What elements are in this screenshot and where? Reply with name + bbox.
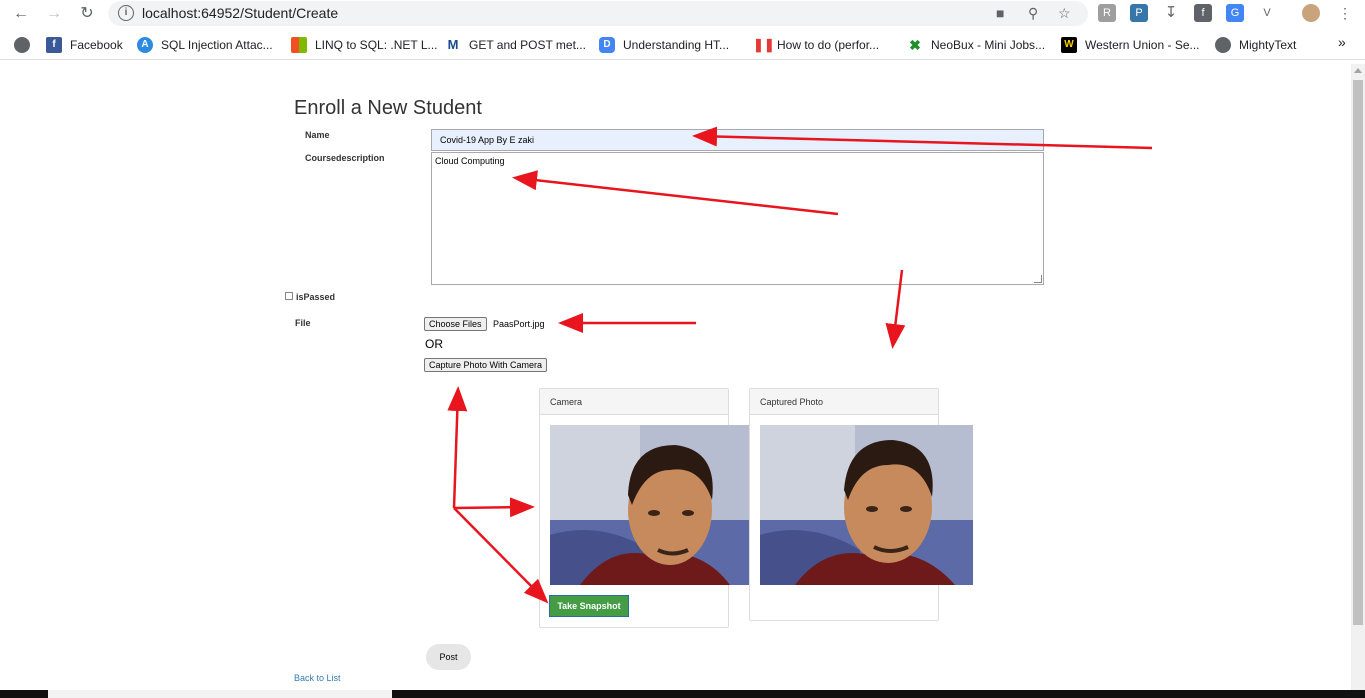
file-label: File xyxy=(295,318,311,328)
ispassed-checkbox[interactable] xyxy=(285,292,293,300)
ispassed-label: isPassed xyxy=(296,292,336,302)
pause-icon: ❚❚ xyxy=(753,37,775,53)
facebook-icon: f xyxy=(46,37,62,53)
d-icon: D xyxy=(599,37,615,53)
post-button[interactable]: Post xyxy=(426,644,471,670)
neobux-icon: ✖ xyxy=(907,37,923,53)
camera-in-use-icon[interactable]: ■ xyxy=(996,5,1004,21)
browser-toolbar: ← → ↻ i localhost:64952/Student/Create ■… xyxy=(0,0,1365,28)
name-input[interactable]: Covid-19 App By E zaki xyxy=(431,129,1044,151)
reload-icon[interactable]: ↻ xyxy=(76,3,98,25)
profile-avatar[interactable] xyxy=(1302,4,1320,22)
page-title: Enroll a New Student xyxy=(294,97,482,119)
page-content: Enroll a New Student Name Covid-19 App B… xyxy=(0,64,1351,690)
forward-arrow-icon[interactable]: → xyxy=(43,3,65,25)
coursedescription-textarea[interactable]: Cloud Computing xyxy=(431,152,1044,285)
camera-live-feed xyxy=(550,425,749,585)
menu-kebab-icon[interactable]: ⋮ xyxy=(1336,4,1354,22)
file-name-text: PaasPort.jpg xyxy=(493,319,545,329)
bookmark-item[interactable]: A SQL Injection Attac... xyxy=(137,37,273,55)
apps-globe-icon[interactable] xyxy=(14,37,38,55)
taskbar-search-box[interactable] xyxy=(48,690,392,698)
back-arrow-icon[interactable]: ← xyxy=(10,3,32,25)
coursedescription-value: Cloud Computing xyxy=(435,156,505,166)
bookmark-item[interactable]: f Facebook xyxy=(46,37,123,55)
bookmarks-overflow-icon[interactable]: » xyxy=(1338,34,1346,52)
captured-photo-image xyxy=(760,425,973,585)
bookmark-item[interactable]: ❚❚ How to do (perfor... xyxy=(753,37,879,55)
bookmark-item[interactable]: ✖ NeoBux - Mini Jobs... xyxy=(907,37,1045,55)
scroll-up-icon[interactable] xyxy=(1354,68,1362,73)
os-taskbar xyxy=(0,690,1365,698)
take-snapshot-button[interactable]: Take Snapshot xyxy=(549,595,629,617)
address-bar[interactable]: i localhost:64952/Student/Create ■ ⚲ ☆ xyxy=(108,1,1088,26)
bookmark-star-icon[interactable]: ☆ xyxy=(1058,5,1071,22)
coursedescription-label: Coursedescription xyxy=(305,153,385,163)
or-text: OR xyxy=(425,337,443,351)
back-to-list-link[interactable]: Back to List xyxy=(294,673,341,683)
globe-icon xyxy=(1215,37,1231,53)
bookmark-item[interactable]: MightyText xyxy=(1215,37,1296,55)
facebook-ext-icon[interactable]: f xyxy=(1194,4,1212,22)
m-icon: M xyxy=(445,37,461,53)
name-label: Name xyxy=(305,130,330,140)
choose-files-button[interactable]: Choose Files xyxy=(424,317,487,331)
bookmark-item[interactable]: D Understanding HT... xyxy=(599,37,729,55)
translate-icon[interactable]: G xyxy=(1226,4,1244,22)
scrollbar-thumb[interactable] xyxy=(1353,80,1363,625)
extension-r-icon[interactable]: R xyxy=(1098,4,1116,22)
camera-panel-title: Camera xyxy=(540,389,728,415)
bookmarks-bar: f Facebook A SQL Injection Attac... LINQ t… xyxy=(0,32,1365,60)
capture-photo-button[interactable]: Capture Photo With Camera xyxy=(424,358,548,372)
python-icon[interactable]: P xyxy=(1130,4,1148,22)
zoom-icon[interactable]: ⚲ xyxy=(1028,5,1038,22)
url-text[interactable]: localhost:64952/Student/Create xyxy=(142,5,338,21)
captured-photo-panel-title: Captured Photo xyxy=(750,389,938,415)
microsoft-icon xyxy=(291,37,307,53)
download-icon[interactable]: ↧ xyxy=(1162,4,1180,22)
bookmark-item[interactable]: M GET and POST met... xyxy=(445,37,586,55)
asp-icon: A xyxy=(137,37,153,53)
site-info-icon[interactable]: i xyxy=(118,5,134,21)
resize-handle-icon[interactable] xyxy=(1034,275,1042,283)
bookmark-item[interactable]: W Western Union - Se... xyxy=(1061,37,1200,55)
page-scrollbar[interactable] xyxy=(1351,64,1365,690)
bookmark-item[interactable]: LINQ to SQL: .NET L... xyxy=(291,37,438,55)
vivaldi-icon[interactable]: V xyxy=(1258,4,1276,22)
wu-icon: W xyxy=(1061,37,1077,53)
